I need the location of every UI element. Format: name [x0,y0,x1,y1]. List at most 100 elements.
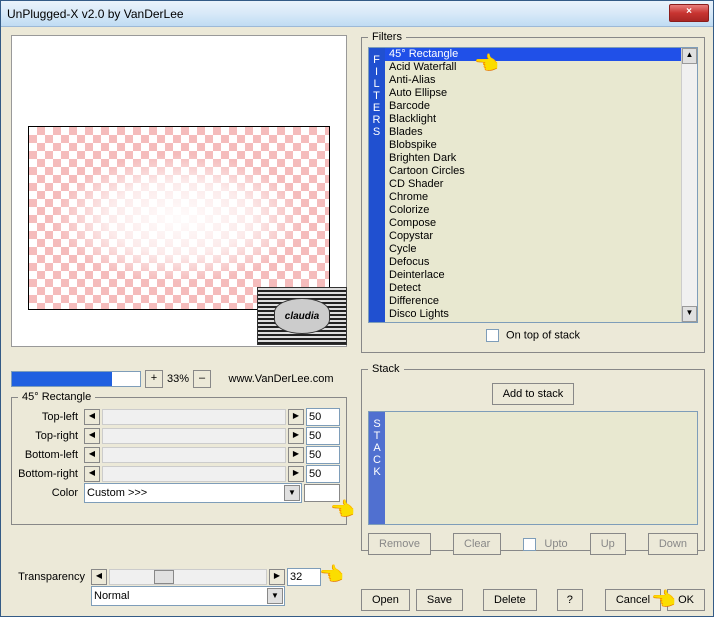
upto-checkbox[interactable] [523,538,536,551]
slider-thumb[interactable] [154,570,174,584]
color-swatch[interactable] [304,484,340,502]
filter-item[interactable]: Copystar [385,230,681,243]
vendor-link[interactable]: www.VanDerLee.com [215,373,347,385]
arrow-left-icon[interactable]: ◀ [84,428,100,444]
param-slider[interactable] [102,466,286,482]
transparency-label: Transparency [11,571,89,583]
filter-item[interactable]: Acid Waterfall [385,61,681,74]
window-title: UnPlugged-X v2.0 by VanDerLee [7,7,184,21]
stack-list[interactable] [385,412,697,524]
filter-item[interactable]: Compose [385,217,681,230]
arrow-right-icon[interactable]: ▶ [288,466,304,482]
param-slider[interactable] [102,409,286,425]
param-label: Top-right [18,430,82,442]
filter-item[interactable]: Deinterlace [385,269,681,282]
clear-button[interactable]: Clear [453,533,501,555]
filter-item[interactable]: Barcode [385,100,681,113]
filter-item[interactable]: Blobspike [385,139,681,152]
scroll-up-icon[interactable]: ▲ [682,48,697,64]
scroll-down-icon[interactable]: ▼ [682,306,697,322]
help-button[interactable]: ? [557,589,583,611]
arrow-right-icon[interactable]: ▶ [288,409,304,425]
param-row: Bottom-right◀ ▶ [18,465,340,483]
filter-item[interactable]: Colorize [385,204,681,217]
arrow-left-icon[interactable]: ◀ [84,409,100,425]
zoom-progress[interactable] [11,371,141,387]
blendmode-value: Normal [94,590,129,602]
cancel-button[interactable]: Cancel [605,589,661,611]
remove-button[interactable]: Remove [368,533,431,555]
filter-item[interactable]: Difference [385,295,681,308]
param-label: Top-left [18,411,82,423]
delete-button[interactable]: Delete [483,589,537,611]
arrow-left-icon[interactable]: ◀ [84,466,100,482]
arrow-right-icon[interactable]: ▶ [269,569,285,585]
stack-list-container: S T A C K [368,411,698,525]
dropdown-arrow-icon[interactable]: ▼ [267,588,283,604]
transparency-section: Transparency ◀ ▶ Normal ▼ [11,567,347,606]
filter-item[interactable]: Defocus [385,256,681,269]
arrow-right-icon[interactable]: ▶ [288,428,304,444]
filter-item[interactable]: Cycle [385,243,681,256]
filter-item[interactable]: Distortion [385,321,681,322]
color-label: Color [18,487,82,499]
zoom-percent-label: 33% [167,373,189,385]
save-button[interactable]: Save [416,589,463,611]
ontop-row: On top of stack [368,323,698,342]
open-button[interactable]: Open [361,589,410,611]
titlebar: UnPlugged-X v2.0 by VanDerLee × [1,1,713,27]
stack-legend: Stack [368,363,404,375]
ok-button[interactable]: OK [667,589,705,611]
filter-item[interactable]: CD Shader [385,178,681,191]
filters-legend: Filters [368,31,406,43]
arrow-left-icon[interactable]: ◀ [91,569,107,585]
filter-item[interactable]: Cartoon Circles [385,165,681,178]
filters-spine: F I L T E R S [369,48,385,322]
color-combo-value: Custom >>> [87,487,147,499]
param-input[interactable] [306,408,340,426]
filter-item[interactable]: Anti-Alias [385,74,681,87]
filter-list-container: F I L T E R S 45° RectangleAcid Waterfal… [368,47,698,323]
param-slider[interactable] [102,447,286,463]
arrow-left-icon[interactable]: ◀ [84,447,100,463]
param-input[interactable] [306,427,340,445]
param-input[interactable] [306,446,340,464]
param-row: Top-left◀ ▶ [18,408,340,426]
color-row: Color Custom >>> ▼ [18,484,340,502]
ontop-checkbox[interactable] [486,329,499,342]
transparency-row: Transparency ◀ ▶ [11,568,347,586]
filter-list[interactable]: 45° RectangleAcid WaterfallAnti-AliasAut… [385,48,681,322]
watermark-stamp: claudia [257,287,347,345]
pointer-hand-icon [319,562,343,584]
param-slider[interactable] [102,428,286,444]
filter-item[interactable]: Chrome [385,191,681,204]
param-row: Top-right◀ ▶ [18,427,340,445]
up-button[interactable]: Up [590,533,626,555]
zoom-in-button[interactable]: + [145,370,163,388]
watermark-text: claudia [274,298,330,334]
arrow-right-icon[interactable]: ▶ [288,447,304,463]
filter-item[interactable]: 45° Rectangle [385,48,681,61]
param-input[interactable] [306,465,340,483]
filter-scrollbar[interactable]: ▲ ▼ [681,48,697,322]
bottom-button-row: Open Save Delete ? Cancel OK [361,589,705,611]
zoom-out-button[interactable]: – [193,370,211,388]
dropdown-arrow-icon[interactable]: ▼ [284,485,300,501]
color-combo[interactable]: Custom >>> ▼ [84,483,302,503]
filter-item[interactable]: Blacklight [385,113,681,126]
close-button[interactable]: × [669,4,709,22]
upto-label: Upto [544,538,567,550]
filter-item[interactable]: Detect [385,282,681,295]
preview-canvas[interactable] [28,126,330,310]
filter-item[interactable]: Blades [385,126,681,139]
down-button[interactable]: Down [648,533,698,555]
stack-add-row: Add to stack [368,379,698,411]
blendmode-combo[interactable]: Normal ▼ [91,586,285,606]
filter-item[interactable]: Brighten Dark [385,152,681,165]
param-label: Bottom-right [18,468,82,480]
filter-item[interactable]: Disco Lights [385,308,681,321]
transparency-input[interactable] [287,568,321,586]
transparency-slider[interactable] [109,569,267,585]
add-to-stack-button[interactable]: Add to stack [492,383,575,405]
filter-item[interactable]: Auto Ellipse [385,87,681,100]
